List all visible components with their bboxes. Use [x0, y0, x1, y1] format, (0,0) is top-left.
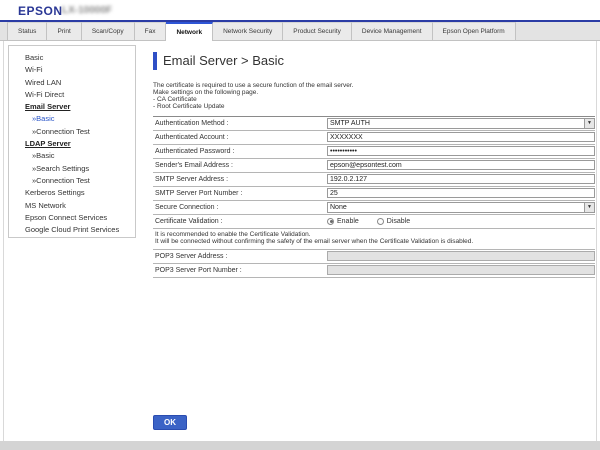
secure-connection-select[interactable]: None ▼ — [327, 202, 595, 213]
epson-logo: EPSON — [18, 4, 63, 18]
page-title: Email Server > Basic — [163, 53, 284, 68]
tab-network-security[interactable]: Network Security — [213, 22, 283, 40]
tab-product-security[interactable]: Product Security — [283, 22, 352, 40]
tab-bar: Status Print Scan/Copy Fax Network Netwo… — [0, 22, 600, 41]
sidebar-item-google-cloud-print-services[interactable]: Google Cloud Print Services — [9, 224, 135, 236]
sidebar-item-ldap-basic[interactable]: »Basic — [9, 150, 135, 162]
tab-network[interactable]: Network — [166, 22, 213, 41]
authentication-method-label: Authentication Method : — [153, 120, 327, 127]
row-authenticated-password: Authenticated Password : — [153, 145, 595, 159]
sidebar-item-epson-connect-services[interactable]: Epson Connect Services — [9, 212, 135, 224]
main-content: Email Server > Basic The certificate is … — [153, 45, 595, 278]
disable-radio[interactable] — [377, 218, 384, 225]
pop3-server-address-label: POP3 Server Address : — [153, 253, 327, 260]
note-line: It is recommended to enable the Certific… — [155, 231, 595, 239]
page-title-row: Email Server > Basic — [153, 51, 595, 71]
sidebar-item-kerberos-settings[interactable]: Kerberos Settings — [9, 187, 135, 199]
header: EPSON LX-10000F — [0, 0, 600, 20]
sidebar-item-ldap-connection-test[interactable]: »Connection Test — [9, 175, 135, 187]
tab-status[interactable]: Status — [7, 22, 47, 40]
certificate-validation-radios: Enable Disable — [327, 218, 428, 225]
smtp-server-address-input[interactable] — [327, 174, 595, 184]
sidebar-item-email-server[interactable]: Email Server — [9, 101, 135, 113]
enable-radio[interactable] — [327, 218, 334, 225]
smtp-server-port-input[interactable] — [327, 188, 595, 198]
tab-scan-copy[interactable]: Scan/Copy — [82, 22, 135, 40]
chevron-down-icon[interactable]: ▼ — [584, 203, 594, 212]
smtp-server-address-label: SMTP Server Address : — [153, 176, 327, 183]
sender-email-label: Sender's Email Address : — [153, 162, 327, 169]
certificate-validation-note: It is recommended to enable the Certific… — [153, 229, 595, 250]
sidebar-item-wifi-direct[interactable]: Wi-Fi Direct — [9, 89, 135, 101]
row-certificate-validation: Certificate Validation : Enable Disable — [153, 215, 595, 229]
authentication-method-value: SMTP AUTH — [328, 120, 370, 127]
certificate-validation-label: Certificate Validation : — [153, 218, 327, 225]
row-authenticated-account: Authenticated Account : — [153, 131, 595, 145]
title-accent-bar — [153, 52, 157, 70]
page-bottom-strip — [0, 441, 600, 450]
authenticated-password-label: Authenticated Password : — [153, 148, 327, 155]
printer-model-label: LX-10000F — [62, 5, 112, 16]
sidebar-item-wired-lan[interactable]: Wired LAN — [9, 77, 135, 89]
row-secure-connection: Secure Connection : None ▼ — [153, 201, 595, 215]
authenticated-account-label: Authenticated Account : — [153, 134, 327, 141]
authenticated-password-input[interactable] — [327, 146, 595, 156]
pop3-server-port-label: POP3 Server Port Number : — [153, 267, 327, 274]
pop3-server-port-input — [327, 265, 595, 275]
sidebar-item-basic[interactable]: Basic — [9, 52, 135, 64]
sidebar-item-wifi[interactable]: Wi-Fi — [9, 64, 135, 76]
sender-email-input[interactable] — [327, 160, 595, 170]
tab-epson-open-platform[interactable]: Epson Open Platform — [433, 22, 516, 40]
sidebar-item-ldap-server[interactable]: LDAP Server — [9, 138, 135, 150]
tab-fax[interactable]: Fax — [135, 22, 167, 40]
row-pop3-server-port: POP3 Server Port Number : — [153, 264, 595, 278]
note-line: It will be connected without confirming … — [155, 238, 595, 246]
authentication-method-select[interactable]: SMTP AUTH ▼ — [327, 118, 595, 129]
tab-device-management[interactable]: Device Management — [352, 22, 433, 40]
ok-button[interactable]: OK — [153, 415, 187, 430]
smtp-server-port-label: SMTP Server Port Number : — [153, 190, 327, 197]
email-server-form: Authentication Method : SMTP AUTH ▼ Auth… — [153, 116, 595, 278]
sidebar-item-email-server-connection-test[interactable]: »Connection Test — [9, 126, 135, 138]
row-smtp-server-address: SMTP Server Address : — [153, 173, 595, 187]
row-sender-email: Sender's Email Address : — [153, 159, 595, 173]
sidebar-nav: Basic Wi-Fi Wired LAN Wi-Fi Direct Email… — [8, 45, 136, 238]
page-left-edge — [3, 41, 4, 441]
row-pop3-server-address: POP3 Server Address : — [153, 250, 595, 264]
disable-radio-label: Disable — [387, 218, 410, 225]
authenticated-account-input[interactable] — [327, 132, 595, 142]
page-right-edge — [596, 41, 597, 441]
sidebar-item-ms-network[interactable]: MS Network — [9, 200, 135, 212]
enable-radio-label: Enable — [337, 218, 359, 225]
secure-connection-value: None — [328, 204, 347, 211]
page-description: The certificate is required to use a sec… — [153, 83, 595, 111]
secure-connection-label: Secure Connection : — [153, 204, 327, 211]
description-line: - Root Certificate Update — [153, 104, 595, 111]
row-authentication-method: Authentication Method : SMTP AUTH ▼ — [153, 117, 595, 131]
sidebar-item-email-server-basic[interactable]: »Basic — [9, 113, 135, 125]
description-line: Make settings on the following page. — [153, 90, 595, 97]
sidebar-item-ldap-search-settings[interactable]: »Search Settings — [9, 163, 135, 175]
chevron-down-icon[interactable]: ▼ — [584, 119, 594, 128]
pop3-server-address-input — [327, 251, 595, 261]
tab-print[interactable]: Print — [47, 22, 81, 40]
row-smtp-server-port: SMTP Server Port Number : — [153, 187, 595, 201]
